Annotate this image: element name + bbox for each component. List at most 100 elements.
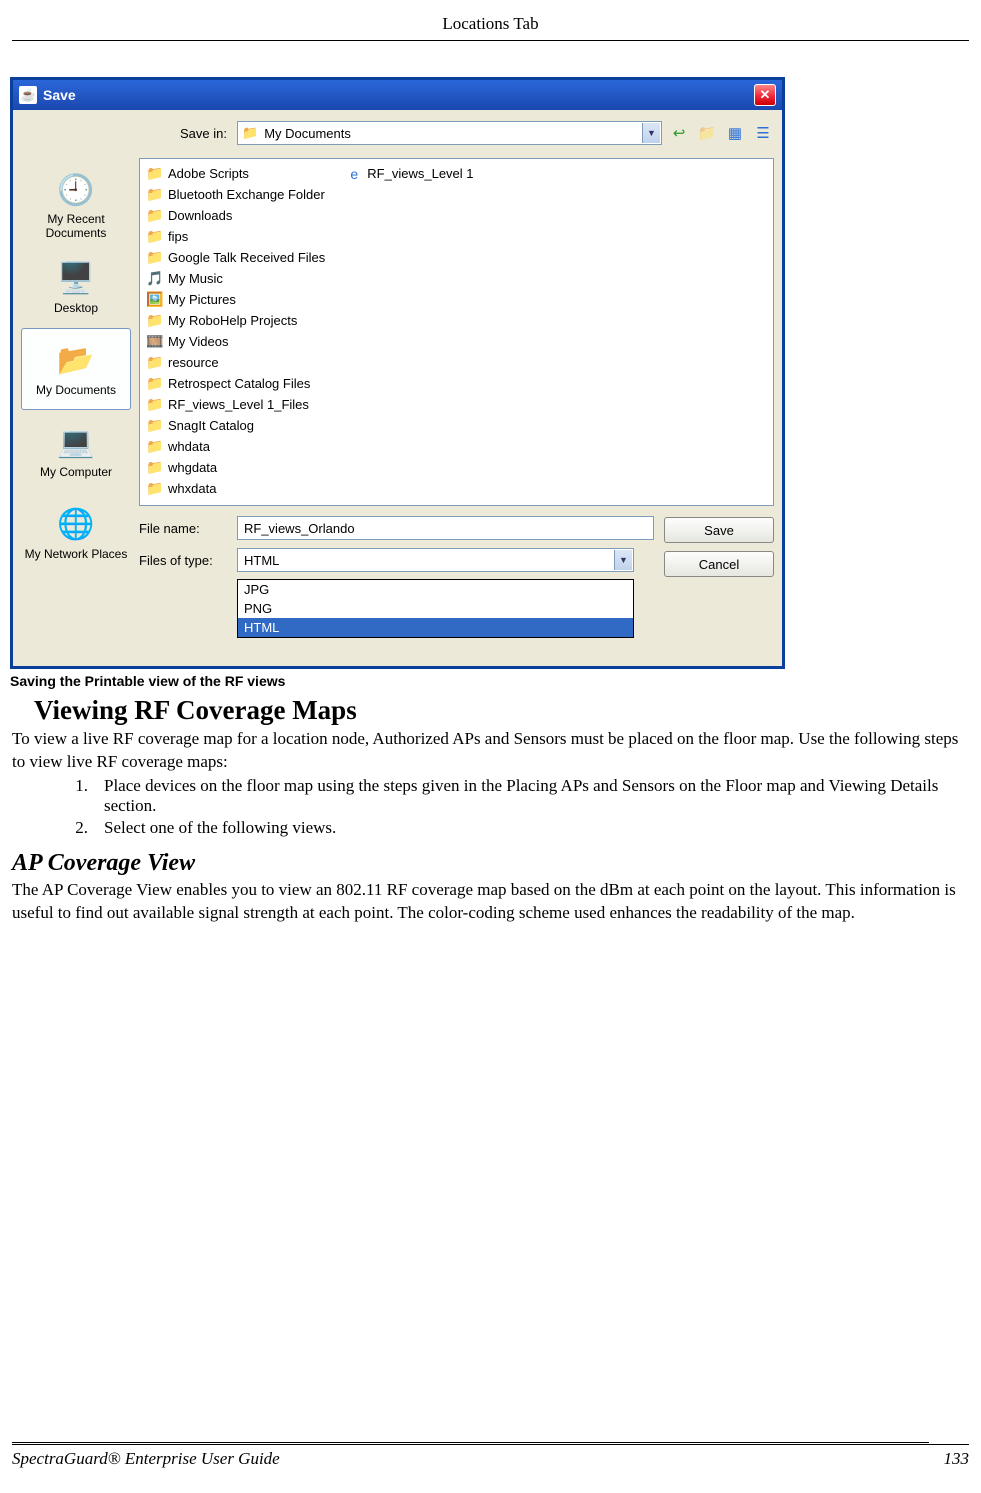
desktop-icon: 🖥️ (54, 259, 98, 299)
list-item[interactable]: 📁 resource (146, 352, 325, 373)
ordered-list: 1.Place devices on the floor map using t… (68, 776, 969, 838)
file-name: My Music (168, 271, 223, 286)
file-name-value: RF_views_Orlando (244, 521, 355, 536)
folder-icon: 📁 (146, 418, 164, 434)
folder-icon: 📁 (146, 481, 164, 497)
list-item[interactable]: 📁 whdata (146, 436, 325, 457)
place-desktop[interactable]: 🖥️ Desktop (21, 246, 131, 328)
list-view-icon[interactable]: ▦ (724, 122, 746, 144)
list-item[interactable]: 📁 RF_views_Level 1_Files (146, 394, 325, 415)
file-name: SnagIt Catalog (168, 418, 254, 433)
folder-icon: 📁 (146, 376, 164, 392)
place-label: My Documents (36, 384, 116, 397)
file-name: whxdata (168, 481, 216, 496)
figure: ☕ Save ✕ 🕘 My Recent Documents 🖥️ Deskto… (10, 77, 969, 689)
file-name: My Pictures (168, 292, 236, 307)
save-button[interactable]: Save (664, 517, 774, 543)
save-dialog: ☕ Save ✕ 🕘 My Recent Documents 🖥️ Deskto… (10, 77, 785, 669)
file-name: Downloads (168, 208, 232, 223)
list-item[interactable]: 📁 Adobe Scripts (146, 163, 325, 184)
file-type-value: HTML (244, 553, 279, 568)
heading-viewing-rf: Viewing RF Coverage Maps (34, 695, 969, 726)
file-name: RF_views_Level 1_Files (168, 397, 309, 412)
folder-icon: 📁 (242, 125, 258, 141)
page-header: Locations Tab (12, 10, 969, 41)
step-text: Place devices on the floor map using the… (104, 776, 969, 816)
place-my-documents[interactable]: 📂 My Documents (21, 328, 131, 410)
folder-icon: 📁 (146, 166, 164, 182)
file-name: RF_views_Level 1 (367, 166, 473, 181)
heading-ap-coverage: AP Coverage View (12, 850, 969, 877)
java-icon: ☕ (19, 86, 37, 104)
list-item[interactable]: 📁 fips (146, 226, 325, 247)
folder-icon: 📁 (146, 439, 164, 455)
place-my-computer[interactable]: 💻 My Computer (21, 410, 131, 492)
list-item: 1.Place devices on the floor map using t… (68, 776, 969, 816)
place-recent[interactable]: 🕘 My Recent Documents (21, 164, 131, 246)
file-type-label: Files of type: (139, 553, 229, 568)
list-item[interactable]: 📁 My RoboHelp Projects (146, 310, 325, 331)
file-name: resource (168, 355, 219, 370)
list-item[interactable]: 📁 Downloads (146, 205, 325, 226)
new-folder-icon[interactable]: 📁 (696, 122, 718, 144)
list-item[interactable]: 🖼️ My Pictures (146, 289, 325, 310)
folder-icon: 📁 (146, 355, 164, 371)
body-text: The AP Coverage View enables you to view… (12, 879, 969, 925)
my-computer-icon: 💻 (54, 423, 98, 463)
pictures-folder-icon: 🖼️ (146, 292, 164, 308)
save-in-label: Save in: (139, 126, 231, 141)
details-view-icon[interactable]: ☰ (752, 122, 774, 144)
places-bar: 🕘 My Recent Documents 🖥️ Desktop 📂 My Do… (21, 118, 131, 638)
close-button[interactable]: ✕ (754, 84, 776, 106)
cancel-button[interactable]: Cancel (664, 551, 774, 577)
folder-icon: 📁 (146, 187, 164, 203)
list-item[interactable]: 📁 whxdata (146, 478, 325, 499)
file-name-input[interactable]: RF_views_Orlando (237, 516, 654, 540)
file-name: My Videos (168, 334, 228, 349)
place-label: My Network Places (25, 548, 128, 561)
page-footer: SpectraGuard® Enterprise User Guide 133 (12, 1444, 969, 1469)
place-network[interactable]: 🌐 My Network Places (21, 492, 131, 574)
dialog-title: Save (43, 87, 748, 103)
file-name: Google Talk Received Files (168, 250, 325, 265)
option-html[interactable]: HTML (238, 618, 633, 637)
figure-caption: Saving the Printable view of the RF view… (10, 673, 969, 689)
file-name-label: File name: (139, 521, 229, 536)
file-list[interactable]: 📁 Adobe Scripts 📁Bluetooth Exchange Folde… (139, 158, 774, 506)
step-text: Select one of the following views. (104, 818, 969, 838)
videos-folder-icon: 🎞️ (146, 334, 164, 350)
folder-icon: 📁 (146, 229, 164, 245)
option-jpg[interactable]: JPG (238, 580, 633, 599)
folder-icon: 📁 (146, 250, 164, 266)
dialog-toolbar: ↩ 📁 ▦ ☰ (668, 122, 774, 144)
file-type-options: JPG PNG HTML (237, 579, 634, 638)
list-item[interactable]: 🎵 My Music (146, 268, 325, 289)
file-name: Adobe Scripts (168, 166, 249, 181)
file-name: fips (168, 229, 188, 244)
place-label: My Recent Documents (22, 213, 130, 239)
file-name: My RoboHelp Projects (168, 313, 297, 328)
save-in-dropdown[interactable]: 📁 My Documents ▼ (237, 121, 662, 145)
option-png[interactable]: PNG (238, 599, 633, 618)
file-name: whdata (168, 439, 210, 454)
list-item[interactable]: 🎞️ My Videos (146, 331, 325, 352)
chevron-down-icon: ▼ (642, 123, 660, 143)
list-item[interactable]: 📁Bluetooth Exchange Folder (146, 184, 325, 205)
folder-icon: 📁 (146, 208, 164, 224)
network-icon: 🌐 (54, 505, 98, 545)
file-name: whgdata (168, 460, 217, 475)
file-type-dropdown[interactable]: HTML ▼ (237, 548, 634, 572)
list-item[interactable]: 📁whgdata (146, 457, 325, 478)
html-file-icon: e (345, 166, 363, 182)
titlebar: ☕ Save ✕ (13, 80, 782, 110)
place-label: My Computer (40, 466, 112, 479)
footer-page-number: 133 (944, 1449, 970, 1469)
list-item[interactable]: 📁 SnagIt Catalog (146, 415, 325, 436)
music-folder-icon: 🎵 (146, 271, 164, 287)
folder-icon: 📁 (146, 397, 164, 413)
folder-icon: 📁 (146, 313, 164, 329)
list-item[interactable]: 📁 Google Talk Received Files (146, 247, 325, 268)
list-item[interactable]: e RF_views_Level 1 (345, 163, 473, 184)
up-icon[interactable]: ↩ (668, 122, 690, 144)
list-item[interactable]: 📁Retrospect Catalog Files (146, 373, 325, 394)
